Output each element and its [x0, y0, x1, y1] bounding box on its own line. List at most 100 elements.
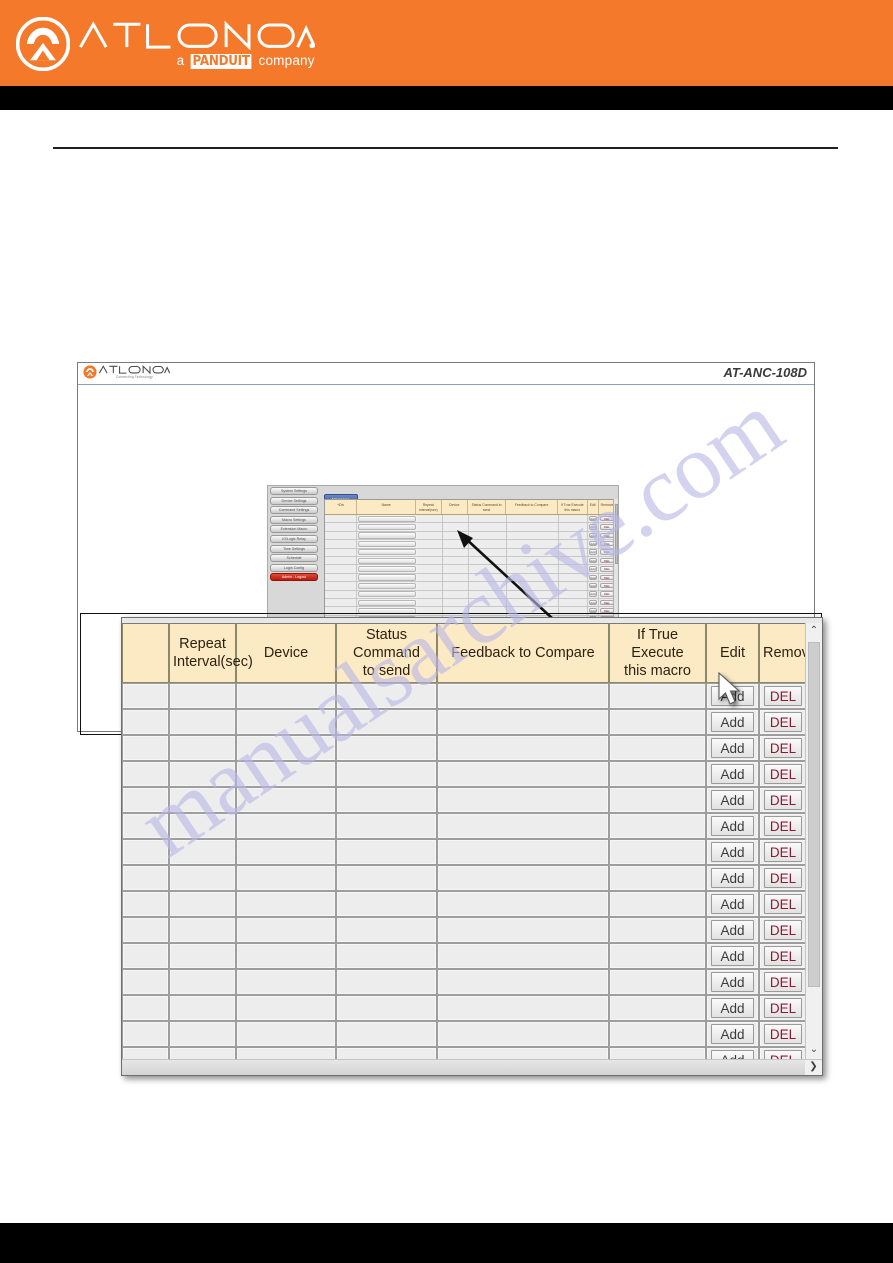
vertical-scrollbar-track[interactable] [806, 640, 822, 1042]
inner-add-button[interactable]: Add [588, 549, 598, 555]
cell-c4[interactable] [437, 943, 609, 969]
inner-del-button[interactable]: DEL [600, 591, 614, 597]
del-button[interactable]: DEL [764, 738, 802, 758]
add-button[interactable]: Add [711, 920, 754, 940]
cell-c4[interactable] [437, 917, 609, 943]
cell-c1[interactable] [169, 709, 236, 735]
sidebar-item-macro-settings[interactable]: Macro Settings [270, 515, 318, 524]
cell-c0[interactable] [122, 683, 169, 709]
add-button[interactable]: Add [711, 686, 754, 706]
cell-c2[interactable] [236, 995, 336, 1021]
cell-c0[interactable] [122, 995, 169, 1021]
add-button[interactable]: Add [711, 712, 754, 732]
cell-c3[interactable] [336, 787, 437, 813]
inner-del-button[interactable]: DEL [600, 549, 614, 555]
cell-c0[interactable] [122, 891, 169, 917]
inner-del-button[interactable]: DEL [600, 566, 614, 572]
cell-c2[interactable] [236, 1021, 336, 1047]
del-button[interactable]: DEL [764, 764, 802, 784]
inner-scrollbar-thumb[interactable] [614, 504, 618, 564]
cell-c2[interactable] [236, 917, 336, 943]
cell-c4[interactable] [437, 969, 609, 995]
inner-add-button[interactable]: Add [588, 524, 598, 530]
sidebar-item-io-logic-relay[interactable]: IO/Logic Relay [270, 534, 318, 543]
cell-c5[interactable] [609, 943, 706, 969]
add-button[interactable]: Add [711, 738, 754, 758]
cell-c4[interactable] [437, 813, 609, 839]
inner-add-button[interactable]: Add [588, 574, 598, 580]
cell-c0[interactable] [122, 943, 169, 969]
cell-c3[interactable] [336, 839, 437, 865]
cell-c0[interactable] [122, 917, 169, 943]
cell-c1[interactable] [169, 891, 236, 917]
scroll-down-icon[interactable]: ⌄ [806, 1042, 822, 1059]
sidebar-item-schedule[interactable]: Schedule [270, 554, 318, 563]
cell-c1[interactable] [169, 761, 236, 787]
inner-add-button[interactable]: Add [588, 540, 598, 547]
cell-c0[interactable] [122, 839, 169, 865]
cell-c3[interactable] [336, 943, 437, 969]
vertical-scrollbar-thumb[interactable] [808, 642, 820, 987]
cell-c4[interactable] [437, 761, 609, 787]
inner-del-button[interactable]: DEL [600, 599, 614, 606]
cell-c3[interactable] [336, 969, 437, 995]
cell-c5[interactable] [609, 735, 706, 761]
add-button[interactable]: Add [711, 1024, 754, 1044]
cell-c2[interactable] [236, 891, 336, 917]
del-button[interactable]: DEL [764, 920, 802, 940]
cell-c1[interactable] [169, 995, 236, 1021]
cell-c5[interactable] [609, 995, 706, 1021]
sidebar-item-time-settings[interactable]: Time Settings [270, 544, 318, 553]
inner-add-button[interactable]: Add [588, 591, 598, 597]
add-button[interactable]: Add [711, 972, 754, 992]
cell-c3[interactable] [336, 917, 437, 943]
cell-c2[interactable] [236, 683, 336, 709]
cell-c1[interactable] [169, 865, 236, 891]
del-button[interactable]: DEL [764, 946, 802, 966]
del-button[interactable]: DEL [764, 868, 802, 888]
cell-c4[interactable] [437, 1047, 609, 1059]
cell-c2[interactable] [236, 813, 336, 839]
horizontal-scrollbar[interactable]: ❯ [122, 1059, 822, 1075]
cell-c5[interactable] [609, 969, 706, 995]
inner-add-button[interactable]: Add [588, 557, 598, 564]
add-button[interactable]: Add [711, 790, 754, 810]
inner-del-button[interactable]: DEL [600, 540, 614, 547]
cell-c2[interactable] [236, 969, 336, 995]
sidebar-item-command-settings[interactable]: Command Settings [270, 506, 318, 515]
cell-c3[interactable] [336, 709, 437, 735]
sidebar-item-login-config[interactable]: Login Config [270, 563, 318, 572]
vertical-scrollbar[interactable]: ⌃ ⌄ [805, 623, 822, 1059]
cell-c2[interactable] [236, 761, 336, 787]
cell-c5[interactable] [609, 839, 706, 865]
cell-c5[interactable] [609, 865, 706, 891]
add-button[interactable]: Add [711, 816, 754, 836]
add-button[interactable]: Add [711, 842, 754, 862]
add-button[interactable]: Add [711, 946, 754, 966]
cell-c1[interactable] [169, 943, 236, 969]
sidebar-item-system-settings[interactable]: System Settings [270, 487, 318, 495]
cell-c5[interactable] [609, 1047, 706, 1059]
cell-c0[interactable] [122, 709, 169, 735]
cell-c5[interactable] [609, 761, 706, 787]
del-button[interactable]: DEL [764, 894, 802, 914]
inner-add-button[interactable]: Add [588, 515, 598, 522]
sidebar-item-extension-macro[interactable]: Extension Macro [270, 525, 318, 534]
add-button[interactable]: Add [711, 998, 754, 1018]
add-button[interactable]: Add [711, 868, 754, 888]
cell-c4[interactable] [437, 891, 609, 917]
cell-c4[interactable] [437, 1021, 609, 1047]
add-button[interactable]: Add [711, 1050, 754, 1059]
cell-c2[interactable] [236, 709, 336, 735]
cell-c0[interactable] [122, 787, 169, 813]
cell-c5[interactable] [609, 787, 706, 813]
inner-del-button[interactable]: DEL [600, 582, 614, 589]
cell-c1[interactable] [169, 813, 236, 839]
cell-c0[interactable] [122, 813, 169, 839]
cell-c3[interactable] [336, 865, 437, 891]
inner-del-button[interactable]: DEL [600, 557, 614, 564]
cell-c2[interactable] [236, 839, 336, 865]
cell-c0[interactable] [122, 1021, 169, 1047]
del-button[interactable]: DEL [764, 790, 802, 810]
cell-c5[interactable] [609, 683, 706, 709]
